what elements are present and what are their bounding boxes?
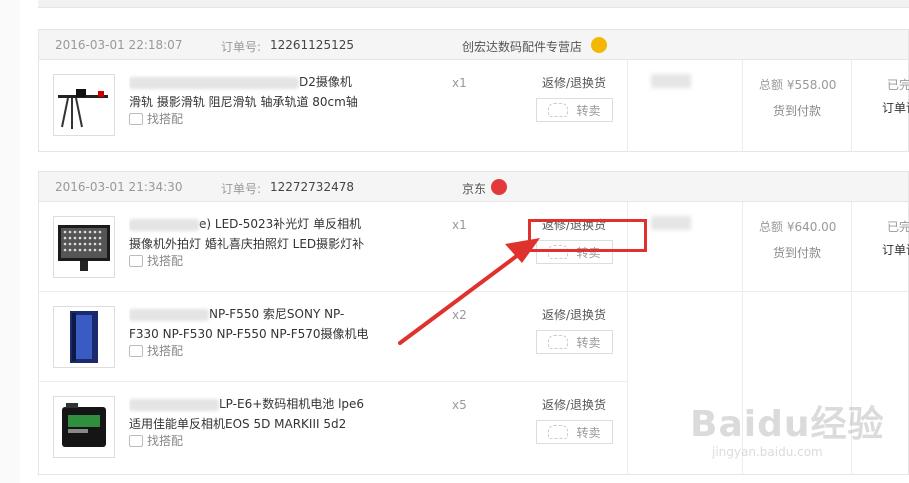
baidu-watermark: Baidu经验 jingyan.baidu.com: [690, 395, 890, 475]
order-list-page: 2016-03-01 22:18:07 订单号: 12261125125 创宏达…: [0, 0, 909, 483]
watermark-text: Baidu经验: [690, 404, 885, 445]
watermark-url: jingyan.baidu.com: [712, 445, 823, 459]
